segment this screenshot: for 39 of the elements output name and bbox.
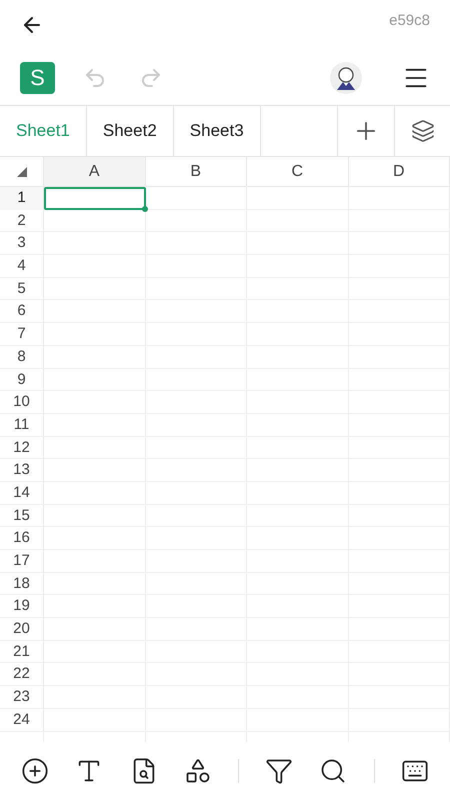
row-header[interactable]: 12	[0, 436, 44, 460]
row-header[interactable]: 6	[0, 300, 44, 323]
layers-icon[interactable]	[410, 119, 434, 143]
selected-cell[interactable]	[44, 187, 146, 210]
search-icon[interactable]	[319, 757, 348, 785]
row-header[interactable]: 14	[0, 482, 44, 504]
app-logo: S	[20, 62, 55, 94]
avatar-icon[interactable]	[330, 62, 362, 94]
select-all-icon[interactable]	[16, 166, 26, 176]
row-header[interactable]: 24	[0, 708, 44, 732]
row-header[interactable]: 1	[0, 187, 44, 210]
row-header[interactable]: 10	[0, 391, 44, 414]
insert-icon[interactable]	[21, 757, 50, 785]
shapes-icon[interactable]	[184, 757, 212, 785]
row-header[interactable]: 19	[0, 595, 44, 618]
row-header[interactable]: 16	[0, 527, 44, 550]
row-header[interactable]: 17	[0, 550, 44, 572]
row-header[interactable]: 20	[0, 618, 44, 641]
document-title: e59c8	[389, 10, 430, 31]
column-header[interactable]: A	[44, 157, 146, 186]
row-header[interactable]: 11	[0, 414, 44, 436]
row-header[interactable]: 7	[0, 323, 44, 346]
row-header[interactable]: 9	[0, 368, 44, 391]
row-header[interactable]: 2	[0, 210, 44, 232]
row-header[interactable]: 18	[0, 572, 44, 596]
row-header[interactable]: 4	[0, 255, 44, 278]
sheet-tab[interactable]: Sheet2	[86, 106, 174, 156]
row-header[interactable]: 5	[0, 278, 44, 300]
row-header[interactable]: 15	[0, 504, 44, 528]
filter-icon[interactable]	[265, 757, 294, 785]
row-header[interactable]: 23	[0, 686, 44, 709]
column-header[interactable]: D	[348, 157, 450, 186]
row-header[interactable]: 21	[0, 640, 44, 664]
sheet-tab[interactable]: Sheet3	[174, 106, 261, 156]
row-header[interactable]: 3	[0, 232, 44, 255]
row-header[interactable]: 13	[0, 459, 44, 482]
row-header[interactable]: 22	[0, 663, 44, 686]
column-header[interactable]: B	[146, 157, 247, 186]
row-header[interactable]: 8	[0, 346, 44, 368]
